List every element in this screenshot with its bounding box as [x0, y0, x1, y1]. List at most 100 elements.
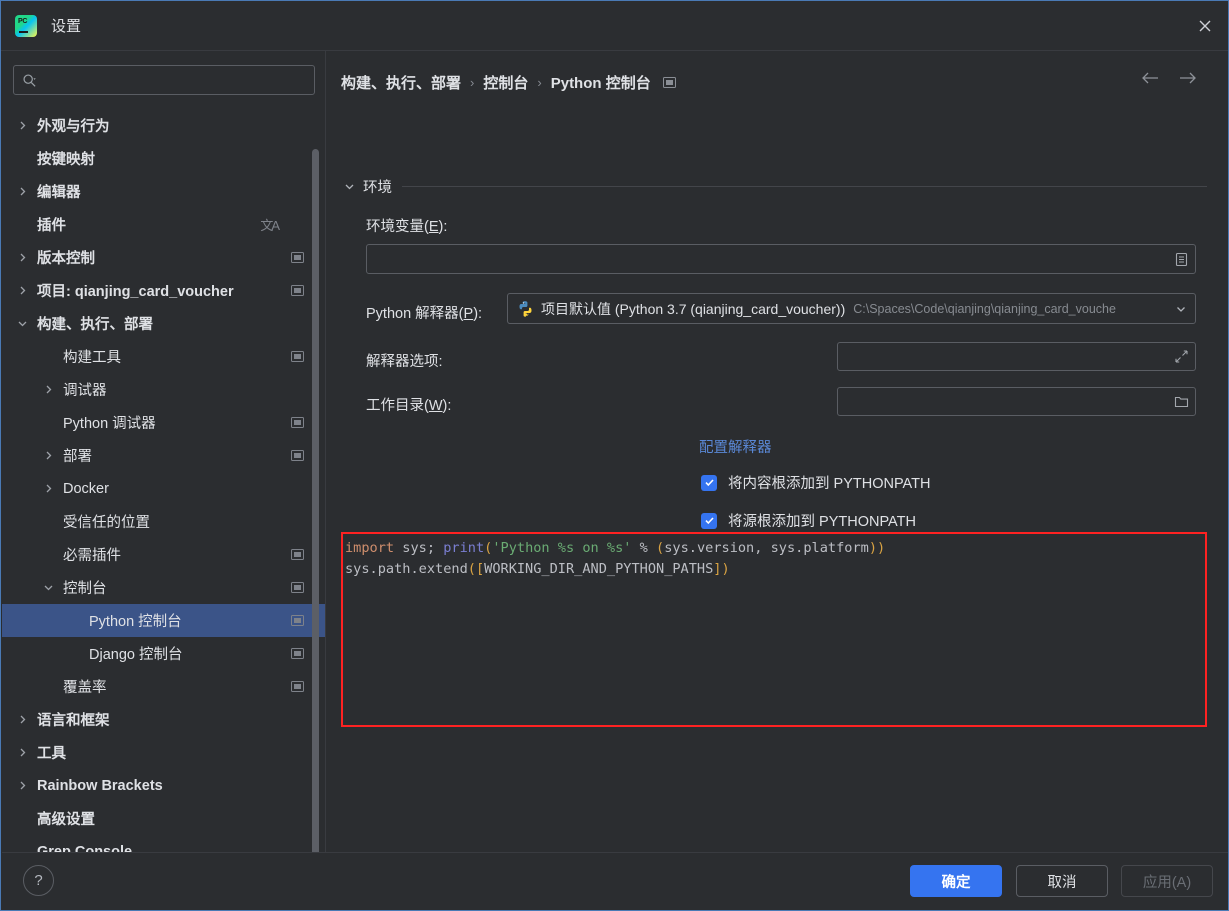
code-token: sys.version, sys.platform — [664, 540, 869, 556]
code-token: sys; — [394, 540, 444, 556]
sidebar-item[interactable]: 受信任的位置 — [2, 505, 325, 538]
arrow-right-icon[interactable] — [1178, 71, 1198, 85]
chevron-right-icon[interactable] — [40, 447, 57, 464]
code-token: % — [631, 540, 657, 556]
python-interpreter-combo[interactable]: 项目默认值 (Python 3.7 (qianjing_card_voucher… — [507, 293, 1196, 324]
cancel-button[interactable]: 取消 — [1016, 865, 1108, 897]
sidebar-item-label: Python 调试器 — [63, 416, 156, 432]
sidebar-item[interactable]: 语言和框架 — [2, 703, 325, 736]
search-box[interactable] — [13, 65, 315, 95]
chevron-right-icon[interactable] — [14, 282, 31, 299]
ok-button[interactable]: 确定 — [910, 865, 1002, 897]
code-token: [ — [475, 561, 485, 577]
navigation-arrows — [1140, 71, 1198, 85]
env-vars-field[interactable] — [366, 244, 1196, 274]
checkbox-label: 将源根添加到 PYTHONPATH — [728, 514, 916, 530]
sidebar-item-label: Rainbow Brackets — [37, 777, 163, 794]
sidebar-item-label: 构建工具 — [63, 350, 121, 366]
chevron-right-icon[interactable] — [14, 744, 31, 761]
chevron-down-icon — [341, 181, 357, 192]
chevron-right-icon[interactable] — [40, 480, 57, 497]
code-token: ) — [721, 561, 730, 577]
checkbox-checked-icon[interactable] — [701, 474, 717, 491]
help-button[interactable]: ? — [23, 865, 54, 896]
sidebar-item-label: 语言和框架 — [37, 713, 110, 729]
sidebar-item[interactable]: Python 控制台 — [2, 604, 325, 637]
sidebar-item[interactable]: 部署 — [2, 439, 325, 472]
env-vars-label: 环境变量(E): — [366, 219, 448, 235]
chevron-right-icon[interactable] — [14, 183, 31, 200]
sidebar-item[interactable]: 项目: qianjing_card_voucher — [2, 274, 325, 307]
working-dir-field[interactable] — [837, 387, 1196, 416]
sidebar-item[interactable]: 外观与行为 — [2, 109, 325, 142]
chevron-right-icon[interactable] — [14, 777, 31, 794]
code-token: ( — [656, 540, 665, 556]
chevron-right-icon[interactable] — [40, 381, 57, 398]
sidebar-item-label: 工具 — [37, 746, 66, 762]
list-editor-icon[interactable] — [1167, 245, 1195, 273]
working-dir-label: 工作目录(W): — [366, 398, 452, 414]
environment-section-header[interactable]: 环境 — [341, 176, 1207, 197]
sidebar-item[interactable]: 控制台 — [2, 571, 325, 604]
sidebar-item-label: 按键映射 — [37, 152, 95, 168]
sidebar-item[interactable]: 构建工具 — [2, 340, 325, 373]
starting-script-editor[interactable]: import sys; print('Python %s on %s' % (s… — [341, 532, 1207, 727]
breadcrumb-part-1[interactable]: 构建、执行、部署 — [341, 72, 461, 93]
sidebar-item[interactable]: 必需插件 — [2, 538, 325, 571]
sidebar-item-label: 调试器 — [63, 383, 107, 399]
arrow-left-icon[interactable] — [1140, 71, 1160, 85]
apply-button: 应用(A) — [1121, 865, 1213, 897]
sidebar-item[interactable]: 按键映射 — [2, 142, 325, 175]
chevron-down-icon[interactable] — [14, 315, 31, 332]
breadcrumb-part-3: Python 控制台 — [550, 74, 651, 92]
close-icon[interactable] — [1182, 1, 1228, 50]
sidebar-item-label: 编辑器 — [37, 185, 81, 201]
breadcrumb: 构建、执行、部署 › 控制台 › Python 控制台 — [341, 69, 676, 95]
sidebar-scrollbar[interactable] — [312, 109, 319, 854]
sidebar-item[interactable]: 调试器 — [2, 373, 325, 406]
project-scope-icon — [291, 681, 304, 692]
interpreter-options-field[interactable] — [837, 342, 1196, 371]
interpreter-path-hint: C:\Spaces\Code\qianjing\qianjing_card_vo… — [853, 301, 1116, 316]
window-title: 设置 — [51, 18, 82, 35]
chevron-right-icon[interactable] — [14, 249, 31, 266]
chevron-down-icon[interactable] — [40, 579, 57, 596]
sidebar-item-label: 受信任的位置 — [63, 515, 150, 531]
sidebar-item[interactable]: Django 控制台 — [2, 637, 325, 670]
sidebar-item[interactable]: 覆盖率 — [2, 670, 325, 703]
checkbox-add-source-roots[interactable]: 将源根添加到 PYTHONPATH — [701, 510, 916, 531]
sidebar-item[interactable]: 高级设置 — [2, 802, 325, 835]
search-input[interactable] — [43, 72, 293, 88]
sidebar-item[interactable]: Rainbow Brackets — [2, 769, 325, 802]
sidebar-item[interactable]: Docker — [2, 472, 325, 505]
python-interpreter-icon — [517, 300, 534, 317]
sidebar-item[interactable]: 构建、执行、部署 — [2, 307, 325, 340]
code-token: sys.path.extend — [345, 561, 468, 577]
checkbox-checked-icon[interactable] — [701, 512, 717, 529]
sidebar-item-label: 覆盖率 — [63, 680, 107, 696]
checkbox-add-content-roots[interactable]: 将内容根添加到 PYTHONPATH — [701, 472, 930, 493]
sidebar-item-label: 构建、执行、部署 — [37, 317, 153, 333]
project-scope-icon — [291, 252, 304, 263]
chevron-right-icon[interactable] — [14, 711, 31, 728]
breadcrumb-part-2[interactable]: 控制台 — [483, 72, 528, 93]
chevron-down-icon[interactable] — [1167, 303, 1195, 315]
search-icon — [23, 73, 36, 87]
sidebar-item[interactable]: 插件 文A — [2, 208, 325, 241]
sidebar-scrollbar-thumb[interactable] — [312, 149, 319, 854]
configure-interpreter-link[interactable]: 配置解释器 — [699, 436, 772, 457]
sidebar-item[interactable]: Python 调试器 — [2, 406, 325, 439]
sidebar-item[interactable]: 版本控制 — [2, 241, 325, 274]
sidebar-item[interactable]: 工具 — [2, 736, 325, 769]
settings-tree[interactable]: 外观与行为按键映射编辑器插件 文A 版本控制 项目: qianjing_card_vo… — [2, 109, 325, 854]
section-divider — [402, 186, 1207, 187]
sidebar-item[interactable]: 编辑器 — [2, 175, 325, 208]
dialog-footer: ? 确定 取消 应用(A) — [2, 852, 1228, 909]
expand-editor-icon[interactable] — [1167, 343, 1195, 370]
folder-icon[interactable] — [1167, 388, 1195, 415]
chevron-right-icon[interactable] — [14, 117, 31, 134]
environment-section-title: 环境 — [363, 180, 392, 196]
